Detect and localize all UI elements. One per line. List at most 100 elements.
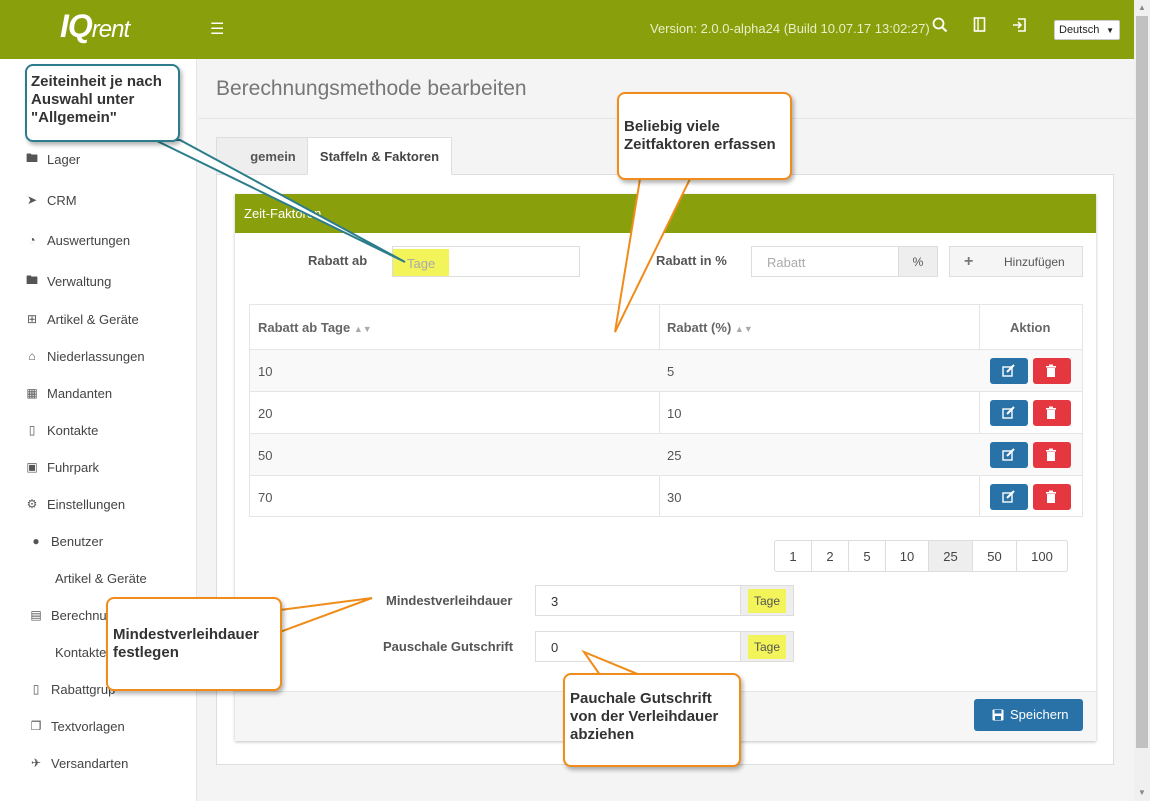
car-icon: ▣ bbox=[26, 460, 38, 474]
delete-button[interactable] bbox=[1033, 484, 1071, 510]
paper-plane-icon: ➤ bbox=[26, 193, 38, 207]
scrollbar[interactable]: ▲ ▼ bbox=[1134, 0, 1150, 801]
sidebar-item-crm[interactable]: ➤ CRM bbox=[24, 190, 77, 210]
sort-icon: ▲▼ bbox=[734, 324, 753, 334]
sidebar-item-berechnung[interactable]: ▤ Berechnu bbox=[28, 605, 107, 625]
sidebar-item-label: Kontakte bbox=[47, 422, 99, 438]
cell-tage: 20 bbox=[258, 406, 273, 421]
delete-button[interactable] bbox=[1033, 358, 1071, 384]
sidebar-item-lager[interactable]: 🖿 Lager bbox=[24, 149, 80, 169]
tab-allgemein[interactable]: gemein bbox=[216, 137, 308, 175]
scroll-down-icon[interactable]: ▼ bbox=[1138, 788, 1146, 797]
page-size-option-active[interactable]: 25 bbox=[929, 541, 973, 571]
sidebar-item-kontakte-sub[interactable]: Kontakte bbox=[55, 642, 106, 662]
sidebar-item-kontakte[interactable]: ▯ Kontakte bbox=[24, 420, 99, 440]
table-row: 70 30 bbox=[250, 475, 1082, 517]
logout-icon[interactable] bbox=[1012, 17, 1032, 37]
tab-staffeln-faktoren[interactable]: Staffeln & Faktoren bbox=[307, 137, 452, 175]
sidebar-item-textvorlagen[interactable]: ❐ Textvorlagen bbox=[28, 716, 125, 736]
sidebar-item-label: Niederlassungen bbox=[47, 348, 145, 364]
delete-button[interactable] bbox=[1033, 400, 1071, 426]
cogs-icon: ⚙ bbox=[26, 497, 38, 511]
sidebar-item-niederlassungen[interactable]: ⌂ Niederlassungen bbox=[24, 346, 145, 366]
sidebar-item-benutzer[interactable]: ● Benutzer bbox=[28, 531, 103, 551]
delete-button[interactable] bbox=[1033, 442, 1071, 468]
rabatt-ab-placeholder: Tage bbox=[393, 249, 450, 276]
header-rabatt-ab-tage[interactable]: Rabatt ab Tage ▲▼ bbox=[258, 305, 372, 349]
page-size-option[interactable]: 50 bbox=[973, 541, 1017, 571]
book-icon[interactable] bbox=[973, 17, 993, 37]
edit-button[interactable] bbox=[990, 442, 1028, 468]
scroll-up-icon[interactable]: ▲ bbox=[1138, 3, 1146, 12]
grid-icon: ⊞ bbox=[26, 312, 38, 326]
sidebar-item-artikel-geraete[interactable]: Artikel & Geräte bbox=[55, 568, 147, 588]
trash-icon bbox=[1046, 364, 1056, 377]
plus-icon: + bbox=[964, 253, 974, 270]
save-button[interactable]: Speichern bbox=[974, 699, 1083, 731]
cell-rabatt: 5 bbox=[667, 364, 675, 379]
header-label: Rabatt (%) bbox=[667, 320, 732, 335]
language-select[interactable]: Deutsch ▼ bbox=[1054, 20, 1120, 40]
logo[interactable]: IQrent bbox=[60, 8, 130, 45]
plane-icon: ✈ bbox=[30, 756, 42, 770]
page-title: Berechnungsmethode bearbeiten bbox=[216, 77, 527, 100]
page-size-option[interactable]: 5 bbox=[849, 541, 886, 571]
add-button[interactable]: + Hinzufügen bbox=[949, 246, 1083, 277]
folder-icon: 🖿 bbox=[25, 150, 38, 165]
rabatt-ab-input[interactable]: Tage bbox=[392, 246, 580, 277]
cell-tage: 70 bbox=[258, 490, 273, 505]
mindest-unit: Tage bbox=[747, 589, 787, 613]
sidebar-item-versandarten[interactable]: ✈ Versandarten bbox=[28, 753, 128, 773]
table-row: 20 10 bbox=[250, 391, 1082, 433]
sidebar-item-auswertungen[interactable]: ◔ Auswertungen bbox=[24, 230, 130, 250]
trash-icon bbox=[1046, 490, 1056, 503]
sidebar-item-label: Artikel & Geräte bbox=[55, 570, 147, 586]
mindestverleihdauer-input[interactable]: 3 bbox=[535, 585, 741, 616]
cell-rabatt: 25 bbox=[667, 448, 682, 463]
mindest-unit-addon: Tage bbox=[740, 585, 794, 616]
search-icon[interactable] bbox=[932, 17, 952, 37]
sidebar-item-fuhrpark[interactable]: ▣ Fuhrpark bbox=[24, 457, 99, 477]
sidebar-item-label: Einstellungen bbox=[47, 496, 126, 512]
list-icon: ▤ bbox=[30, 608, 42, 622]
book-icon: ▯ bbox=[32, 682, 40, 696]
page-size-option[interactable]: 1 bbox=[775, 541, 812, 571]
version-text: Version: 2.0.0-alpha24 (Build 10.07.17 1… bbox=[650, 21, 930, 36]
card-title: Zeit-Faktoren bbox=[235, 194, 1096, 233]
rabatt-pct-input[interactable]: Rabatt bbox=[751, 246, 899, 277]
hamburger-menu-icon[interactable]: ☰ bbox=[210, 19, 224, 39]
user-icon: ● bbox=[32, 534, 40, 548]
sidebar-item-einstellungen[interactable]: ⚙ Einstellungen bbox=[24, 494, 125, 514]
callout-zeitfaktoren: Beliebig viele Zeitfaktoren erfassen bbox=[617, 92, 792, 180]
scrollbar-thumb[interactable] bbox=[1136, 16, 1148, 748]
sidebar-item-label: Versandarten bbox=[51, 755, 129, 771]
sidebar-item-mandanten[interactable]: ▦ Mandanten bbox=[24, 383, 112, 403]
sidebar-item-label: Auswertungen bbox=[47, 232, 131, 248]
sidebar-item-artikel[interactable]: ⊞ Artikel & Geräte bbox=[24, 309, 139, 329]
sidebar-item-label: Textvorlagen bbox=[51, 718, 125, 734]
page-size-option[interactable]: 2 bbox=[812, 541, 849, 571]
trash-icon bbox=[1046, 406, 1056, 419]
header-label: Rabatt ab Tage bbox=[258, 320, 351, 335]
sidebar-item-verwaltung[interactable]: 🖿 Verwaltung bbox=[24, 271, 111, 291]
mindestverleihdauer-label: Mindestverleihdauer bbox=[386, 593, 513, 608]
cell-tage: 10 bbox=[258, 364, 273, 379]
pauschale-gutschrift-input[interactable]: 0 bbox=[535, 631, 741, 662]
book-icon: ▯ bbox=[28, 423, 36, 437]
edit-button[interactable] bbox=[990, 358, 1028, 384]
page-size-option[interactable]: 10 bbox=[886, 541, 929, 571]
header-rabatt-pct[interactable]: Rabatt (%) ▲▼ bbox=[667, 305, 753, 349]
logo-sub: rent bbox=[91, 16, 130, 43]
edit-button[interactable] bbox=[990, 400, 1028, 426]
files-icon: ❐ bbox=[30, 719, 42, 733]
header-aktion: Aktion bbox=[1010, 320, 1051, 335]
sidebar-item-label: Lager bbox=[47, 151, 81, 167]
cell-rabatt: 30 bbox=[667, 490, 682, 505]
sidebar-item-label: Kontakte bbox=[55, 644, 107, 660]
pauschal-unit-addon: Tage bbox=[740, 631, 794, 662]
page-size-option[interactable]: 100 bbox=[1017, 541, 1067, 571]
zeit-faktoren-table: Rabatt ab Tage ▲▼ Rabatt (%) ▲▼ Aktion 1… bbox=[249, 304, 1083, 517]
edit-button[interactable] bbox=[990, 484, 1028, 510]
sidebar-item-label: Berechnu bbox=[51, 607, 107, 623]
sidebar-item-rabattgruppen[interactable]: ▯ Rabattgrup bbox=[28, 679, 116, 699]
